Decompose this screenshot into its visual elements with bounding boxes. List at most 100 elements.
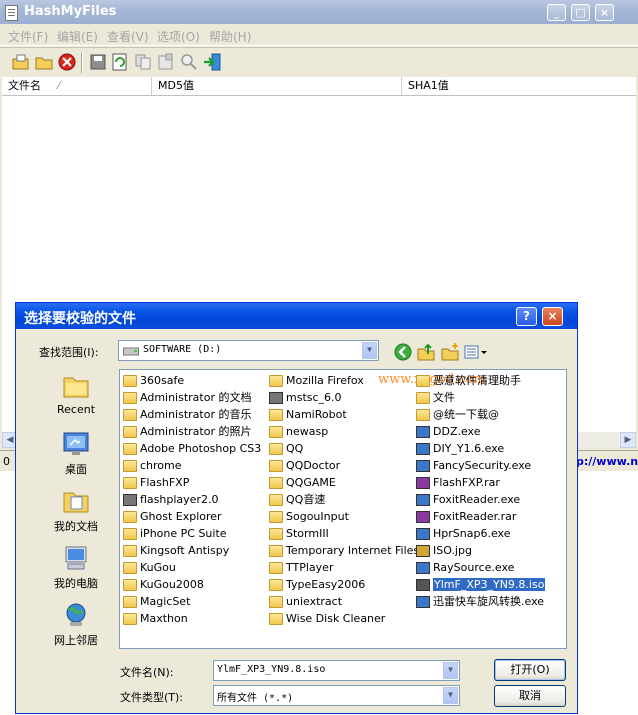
refresh-icon[interactable] [111, 53, 129, 71]
filename-dropdown-icon[interactable]: ▼ [443, 662, 458, 679]
properties-icon[interactable] [157, 53, 175, 71]
file-item[interactable]: FlashFXP.rar [415, 475, 545, 492]
view-menu-icon[interactable] [463, 342, 489, 362]
place-my-documents[interactable]: 我的文档 [37, 484, 115, 538]
look-in-dropdown-icon[interactable]: ▼ [362, 342, 377, 359]
file-item[interactable]: RaySource.exe [415, 560, 545, 577]
file-item[interactable]: TypeEasy2006 [268, 577, 419, 594]
file-item[interactable]: QQ [268, 441, 419, 458]
place-network[interactable]: 网上邻居 [37, 598, 115, 652]
file-item[interactable]: 恶意软件清理助手 [415, 373, 545, 390]
menu-view[interactable]: 查看(V) [107, 28, 149, 45]
file-item[interactable]: MagicSet [122, 594, 261, 611]
file-item[interactable]: Mozilla Firefox [268, 373, 419, 390]
file-item[interactable]: Kingsoft Antispy [122, 543, 261, 560]
open-button[interactable]: 打开(O) [494, 659, 566, 681]
help-button[interactable]: ? [516, 307, 537, 326]
file-item[interactable]: mstsc_6.0 [268, 390, 419, 407]
file-item[interactable]: StormIII [268, 526, 419, 543]
menu-edit[interactable]: 编辑(E) [57, 28, 98, 45]
file-item[interactable]: Administrator 的照片 [122, 424, 261, 441]
file-item[interactable]: Ghost Explorer [122, 509, 261, 526]
file-item[interactable]: uniextract [268, 594, 419, 611]
places-bar: Recent 桌面 我的文档 我的电脑 网上邻居 [37, 369, 115, 659]
folder-icon [123, 426, 137, 438]
status-link[interactable]: p://www.n [576, 455, 638, 468]
file-item[interactable]: FancySecurity.exe [415, 458, 545, 475]
folder-icon [269, 443, 283, 455]
file-item[interactable]: FlashFXP [122, 475, 261, 492]
up-folder-icon[interactable] [416, 342, 436, 362]
minimize-button[interactable]: _ [547, 4, 566, 21]
file-item[interactable]: Wise Disk Cleaner [268, 611, 419, 628]
new-folder-icon[interactable] [440, 342, 460, 362]
copy-icon[interactable] [134, 53, 152, 71]
file-item-label: FancySecurity.exe [433, 459, 532, 472]
file-item[interactable]: FoxitReader.rar [415, 509, 545, 526]
file-item[interactable]: 文件 [415, 390, 545, 407]
column-sha1[interactable]: SHA1值 [402, 77, 636, 95]
exit-icon[interactable] [203, 53, 221, 71]
dialog-title-bar[interactable]: 选择要校验的文件 ? × [16, 303, 577, 329]
menu-options[interactable]: 选项(O) [157, 28, 200, 45]
close-button[interactable]: × [595, 4, 614, 21]
scroll-right-icon[interactable]: ▶ [620, 432, 636, 448]
file-item[interactable]: iPhone PC Suite [122, 526, 261, 543]
filetype-select[interactable]: 所有文件 (*.*) ▼ [213, 685, 460, 706]
filename-input[interactable]: YlmF_XP3_YN9.8.iso ▼ [213, 660, 460, 681]
file-item-label: RaySource.exe [433, 561, 515, 574]
folder-icon [416, 375, 430, 387]
file-item[interactable]: DIY_Y1.6.exe [415, 441, 545, 458]
find-icon[interactable] [180, 53, 198, 71]
column-md5[interactable]: MD5值 [152, 77, 402, 95]
menu-file[interactable]: 文件(F) [8, 28, 48, 45]
file-item[interactable]: ISO.jpg [415, 543, 545, 560]
place-recent[interactable]: Recent [37, 369, 115, 423]
file-item-label: 恶意软件清理助手 [433, 374, 521, 387]
file-item[interactable]: DDZ.exe [415, 424, 545, 441]
selected-file-item[interactable]: YlmF_XP3_YN9.8.iso [415, 577, 546, 594]
place-label: 网上邻居 [54, 634, 98, 647]
filetype-label: 文件类型(T): [120, 691, 184, 704]
file-item[interactable]: @统一下载@ [415, 407, 545, 424]
file-item[interactable]: SogouInput [268, 509, 419, 526]
file-item[interactable]: FoxitReader.exe [415, 492, 545, 509]
file-item[interactable]: HprSnap6.exe [415, 526, 545, 543]
menu-help[interactable]: 帮助(H) [209, 28, 251, 45]
file-item[interactable]: Adobe Photoshop CS3 [122, 441, 261, 458]
file-item-label: TypeEasy2006 [286, 578, 366, 591]
cancel-button[interactable]: 取消 [494, 685, 566, 707]
file-item[interactable]: Administrator 的音乐 [122, 407, 261, 424]
file-item[interactable]: 360safe [122, 373, 261, 390]
dialog-close-button[interactable]: × [542, 307, 563, 326]
file-item[interactable]: QQGAME [268, 475, 419, 492]
file-item[interactable]: KuGou2008 [122, 577, 261, 594]
file-column-2: Mozilla Firefox mstsc_6.0 NamiRobot newasp Q… [268, 373, 419, 628]
file-browser-list[interactable]: www.xpgod.com 360safe Administrator 的文档 Ad… [119, 369, 567, 649]
column-filename[interactable]: 文件名 ⁄ [2, 77, 152, 95]
save-icon[interactable] [89, 53, 107, 71]
place-my-computer[interactable]: 我的电脑 [37, 541, 115, 595]
delete-icon[interactable] [58, 53, 76, 71]
add-folder-icon[interactable] [35, 53, 53, 71]
file-item[interactable]: chrome [122, 458, 261, 475]
file-item[interactable]: KuGou [122, 560, 261, 577]
file-item[interactable]: 迅雷快车旋风转换.exe [415, 594, 545, 611]
place-desktop[interactable]: 桌面 [37, 427, 115, 481]
look-in-combo[interactable]: SOFTWARE (D:) ▼ [118, 340, 379, 361]
main-title-bar[interactable]: HashMyFiles _ □ × [0, 0, 638, 24]
file-item[interactable]: QQDoctor [268, 458, 419, 475]
file-item[interactable]: newasp [268, 424, 419, 441]
file-item[interactable]: QQ音速 [268, 492, 419, 509]
iso-file-icon [416, 579, 430, 591]
file-item[interactable]: NamiRobot [268, 407, 419, 424]
back-icon[interactable] [393, 342, 413, 362]
add-files-icon[interactable] [12, 53, 30, 71]
file-item[interactable]: Maxthon [122, 611, 261, 628]
file-item[interactable]: TTPlayer [268, 560, 419, 577]
file-item[interactable]: flashplayer2.0 [122, 492, 261, 509]
file-item[interactable]: Administrator 的文档 [122, 390, 261, 407]
maximize-button[interactable]: □ [571, 4, 590, 21]
filetype-dropdown-icon[interactable]: ▼ [443, 687, 458, 704]
file-item[interactable]: Temporary Internet Files [268, 543, 419, 560]
